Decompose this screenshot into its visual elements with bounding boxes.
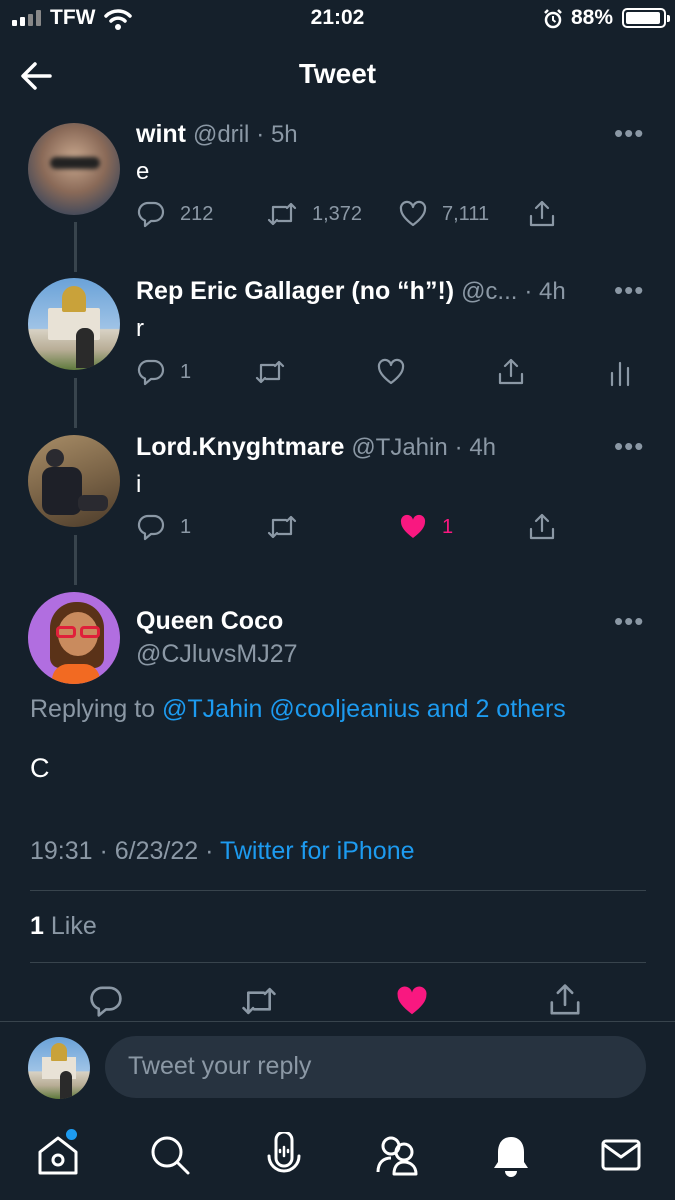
likes-summary[interactable]: 1 Like <box>30 912 97 941</box>
like-count: 1 <box>442 515 454 538</box>
likes-count: 1 <box>30 912 44 940</box>
tweet-author[interactable]: Rep Eric Gallager (no “h”!) @c... · 4h <box>136 277 566 306</box>
communities-icon[interactable] <box>374 1132 420 1178</box>
more-options-icon[interactable]: ••• <box>614 275 644 306</box>
avatar[interactable] <box>28 123 120 215</box>
avatar[interactable] <box>28 435 120 527</box>
tweet-meta: 19:31 · 6/23/22 · Twitter for iPhone <box>30 837 415 866</box>
page-title: Tweet <box>298 58 377 89</box>
status-bar: TFW 21:02 88% <box>0 0 675 40</box>
battery-icon <box>622 8 670 28</box>
retweet-icon[interactable] <box>240 983 278 1019</box>
avatar[interactable] <box>28 592 120 684</box>
share-button[interactable] <box>527 512 557 542</box>
tweet-time: · 4h <box>454 434 497 461</box>
search-icon[interactable] <box>147 1132 193 1178</box>
reply-count: 212 <box>180 202 214 225</box>
more-options-icon[interactable]: ••• <box>614 118 644 149</box>
alarm-icon <box>544 9 562 29</box>
tweet-timestamp: 19:31 · 6/23/22 · <box>30 837 214 865</box>
author-name[interactable]: Queen Coco <box>136 607 283 636</box>
author-handle[interactable]: @dril <box>193 121 249 148</box>
reply-button[interactable]: 212 <box>136 199 213 229</box>
share-button[interactable] <box>496 357 526 387</box>
tweet-text: r <box>136 315 144 342</box>
my-avatar[interactable] <box>28 1037 90 1099</box>
like-button[interactable]: 1 <box>398 512 453 542</box>
retweet-count: 1,372 <box>312 202 363 225</box>
spaces-icon[interactable] <box>261 1132 307 1178</box>
share-icon <box>498 358 524 385</box>
likes-label: Like <box>50 912 97 940</box>
share-icon <box>529 200 555 227</box>
divider <box>30 890 646 891</box>
share-button[interactable] <box>527 199 557 229</box>
replying-to: Replying to @TJahin @cooljeanius and 2 o… <box>30 695 566 724</box>
divider <box>0 1021 675 1022</box>
retweet-button[interactable] <box>254 357 286 387</box>
reply-icon[interactable] <box>88 983 124 1019</box>
reply-count: 1 <box>180 360 192 383</box>
thread-connector <box>74 378 77 428</box>
replying-prefix: Replying to <box>30 695 156 723</box>
author-name[interactable]: Rep Eric Gallager (no “h”!) <box>136 277 454 305</box>
share-icon <box>529 513 555 540</box>
reply-button[interactable]: 1 <box>136 357 191 387</box>
tweet-actions: 1 1 <box>136 512 656 546</box>
author-handle[interactable]: @c... <box>461 278 517 305</box>
tweet-author[interactable]: wint @dril · 5h <box>136 120 298 149</box>
retweet-icon <box>267 515 297 539</box>
more-options-icon[interactable]: ••• <box>614 431 644 462</box>
heart-outline-icon <box>377 358 405 385</box>
heart-filled-icon <box>400 514 426 538</box>
share-icon[interactable] <box>547 981 583 1019</box>
author-name[interactable]: wint <box>136 120 186 148</box>
reply-input[interactable]: Tweet your reply <box>105 1036 646 1098</box>
tweet-actions: 1 <box>136 357 656 391</box>
reply-icon <box>137 359 165 386</box>
reply-icon <box>137 514 165 541</box>
retweet-icon <box>267 202 297 226</box>
tweet-text: e <box>136 158 150 185</box>
author-handle[interactable]: @CJluvsMJ27 <box>136 640 298 669</box>
heart-outline-icon <box>399 200 427 227</box>
notification-dot <box>66 1129 77 1140</box>
like-button[interactable]: 7,111 <box>398 199 489 229</box>
tweet-time: · 5h <box>256 121 298 148</box>
thread-connector <box>74 535 77 585</box>
tweet-text: i <box>136 471 142 498</box>
avatar[interactable] <box>28 278 120 370</box>
reply-icon <box>137 201 165 228</box>
replying-to-users[interactable]: @TJahin @cooljeanius and 2 others <box>162 695 566 723</box>
thread-connector <box>74 222 77 272</box>
author-name[interactable]: Lord.Knyghtmare <box>136 433 344 461</box>
heart-filled-icon[interactable] <box>394 983 430 1019</box>
tweet-actions: 212 1,372 7,111 <box>136 199 656 233</box>
like-button[interactable] <box>376 357 406 387</box>
retweet-icon <box>255 360 285 384</box>
divider <box>30 962 646 963</box>
like-count: 7,111 <box>442 202 490 225</box>
retweet-button[interactable] <box>266 512 298 542</box>
analytics-icon <box>610 361 630 387</box>
tweet-time: · 4h <box>524 278 566 305</box>
retweet-button[interactable]: 1,372 <box>266 199 362 229</box>
author-handle[interactable]: @TJahin <box>351 434 447 461</box>
notifications-icon[interactable] <box>488 1132 534 1178</box>
battery-percent: 88% <box>571 6 614 29</box>
tweet-author[interactable]: Lord.Knyghtmare @TJahin · 4h <box>136 433 496 462</box>
messages-icon[interactable] <box>598 1132 644 1178</box>
reply-button[interactable]: 1 <box>136 512 191 542</box>
reply-count: 1 <box>180 515 192 538</box>
analytics-button[interactable] <box>608 357 632 387</box>
more-options-icon[interactable]: ••• <box>614 606 644 637</box>
tweet-source[interactable]: Twitter for iPhone <box>220 837 415 865</box>
tweet-text: C <box>30 753 50 783</box>
